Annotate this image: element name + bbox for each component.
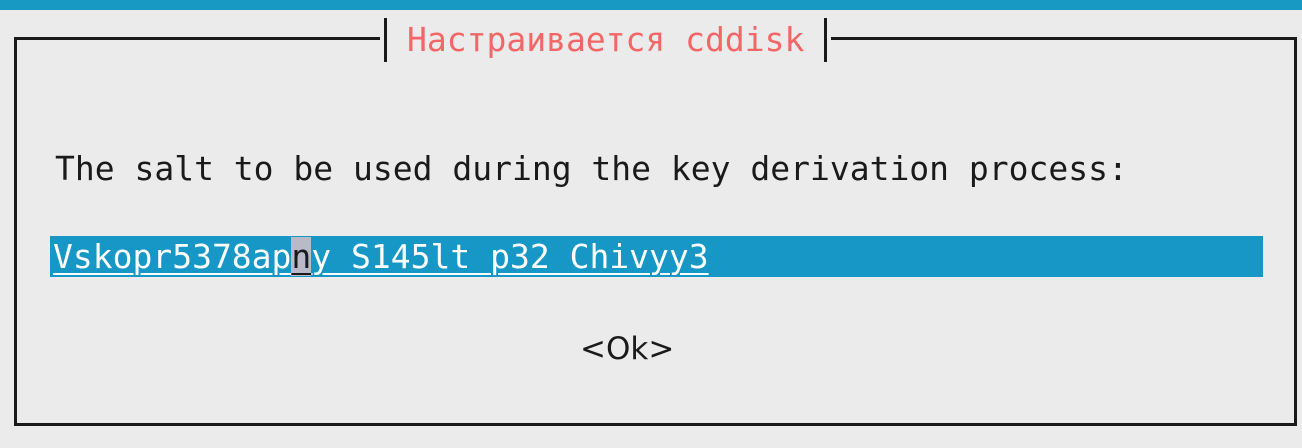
input-text-before-cursor: Vskopr5378ap bbox=[53, 237, 292, 276]
prompt-label: The salt to be used during the key deriv… bbox=[55, 149, 1128, 188]
title-right-tick bbox=[824, 18, 828, 62]
ok-button[interactable]: <Ok> bbox=[580, 328, 674, 370]
salt-input[interactable]: Vskopr5378apny S145lt p32 Chivyy3 bbox=[50, 236, 1263, 277]
text-cursor: n bbox=[291, 237, 312, 276]
input-text-after-cursor: y S145lt p32 Chivyy3 bbox=[311, 237, 709, 276]
top-stripe bbox=[0, 0, 1302, 10]
dialog-title-bar: Настраивается cddisk bbox=[380, 15, 832, 65]
dialog-title: Настраивается cddisk bbox=[407, 20, 805, 59]
